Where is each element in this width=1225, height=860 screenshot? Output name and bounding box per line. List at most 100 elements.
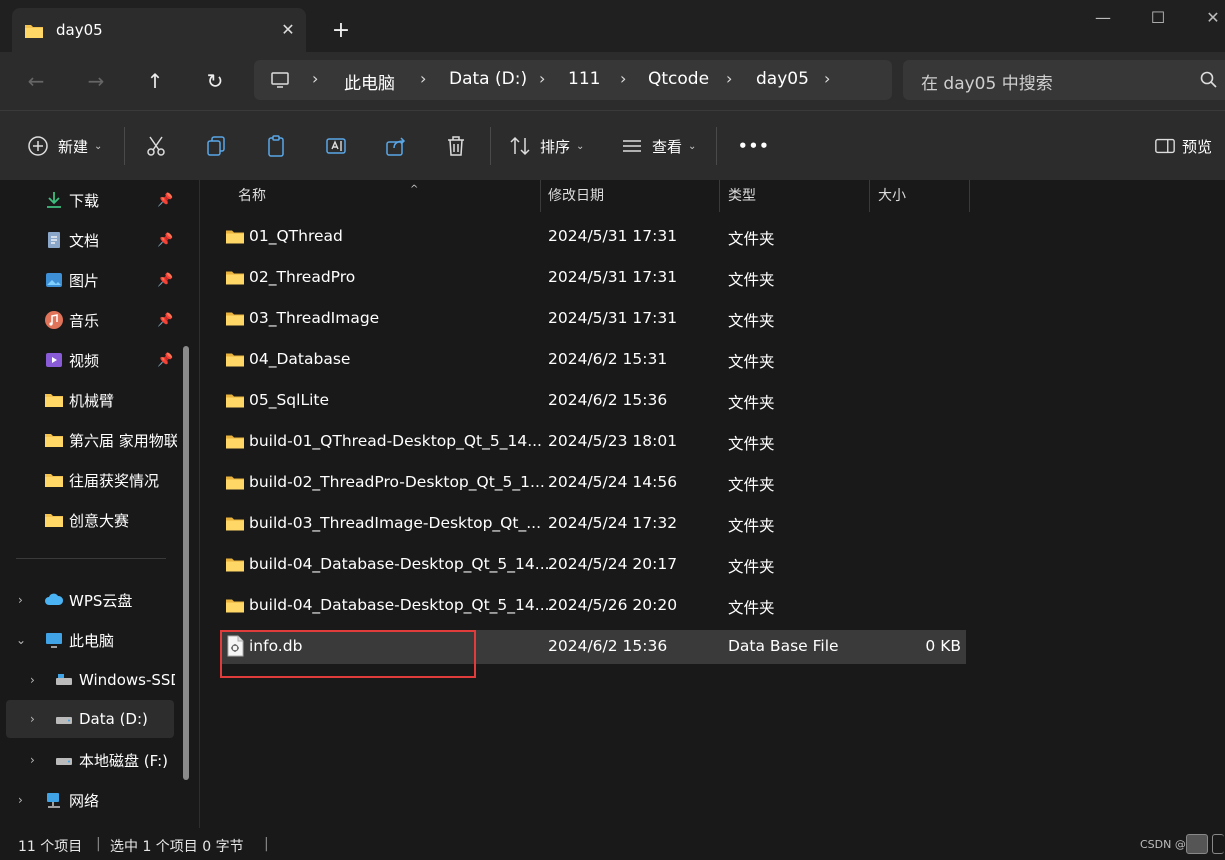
- share-button[interactable]: [384, 131, 408, 161]
- minimize-button[interactable]: —: [1080, 0, 1126, 36]
- sidebar-divider: [16, 558, 166, 559]
- sort-button[interactable]: 排序 ⌄: [508, 131, 584, 161]
- watermark: CSDN @: [1140, 838, 1186, 851]
- column-header-type[interactable]: 类型: [720, 180, 870, 212]
- search-input[interactable]: 在 day05 中搜索: [921, 69, 1053, 94]
- sidebar-item-documents[interactable]: 文档 📌: [0, 222, 180, 258]
- breadcrumb-111[interactable]: 111: [568, 69, 600, 89]
- folder-row[interactable]: build-02_ThreadPro-Desktop_Qt_5_1... 2024…: [220, 466, 966, 500]
- folder-row[interactable]: build-04_Database-Desktop_Qt_5_14... 2024…: [220, 589, 966, 623]
- breadcrumb-chevron-icon[interactable]: ›: [312, 69, 318, 88]
- folder-row[interactable]: build-03_ThreadImage-Desktop_Qt_... 2024/…: [220, 507, 966, 541]
- breadcrumb-chevron-icon[interactable]: ›: [420, 69, 426, 88]
- column-header-name[interactable]: 名称 ^: [230, 180, 540, 212]
- rename-button[interactable]: [324, 131, 348, 161]
- copy-button[interactable]: [204, 131, 228, 161]
- navigation-pane: 下载 📌 文档 📌 图片 📌 音乐 📌 视频 📌 机械臂 第六届 家用物联 往届…: [0, 180, 200, 828]
- address-bar[interactable]: › 此电脑 › Data (D:) › 111 › Qtcode › day05…: [254, 60, 892, 100]
- refresh-button[interactable]: ↻: [197, 64, 233, 98]
- pin-icon[interactable]: 📌: [157, 313, 173, 328]
- pin-icon[interactable]: 📌: [157, 193, 173, 208]
- up-button[interactable]: ↑: [137, 64, 173, 98]
- close-tab-icon[interactable]: ✕: [274, 16, 302, 44]
- sidebar-item-this-pc[interactable]: ⌄ 此电脑: [0, 622, 180, 658]
- file-type: 文件夹: [728, 394, 775, 412]
- breadcrumb-chevron-icon[interactable]: ›: [539, 69, 545, 88]
- folder-row[interactable]: build-01_QThread-Desktop_Qt_5_14... 2024/…: [220, 425, 966, 459]
- chevron-right-icon[interactable]: ›: [30, 673, 35, 687]
- folder-icon: [226, 271, 244, 285]
- sidebar-item-folder[interactable]: 第六届 家用物联: [0, 422, 180, 458]
- view-button[interactable]: 查看 ⌄: [620, 131, 696, 161]
- new-tab-button[interactable]: +: [326, 16, 356, 46]
- more-options-button[interactable]: •••: [738, 131, 770, 161]
- sidebar-item-wps-cloud[interactable]: › WPS云盘: [0, 582, 180, 618]
- chevron-right-icon[interactable]: ›: [30, 753, 35, 767]
- sidebar-item-local-disk-f[interactable]: › 本地磁盘 (F:): [0, 742, 180, 778]
- chevron-down-icon[interactable]: ⌄: [16, 633, 26, 647]
- pin-icon[interactable]: 📌: [157, 273, 173, 288]
- folder-icon: [45, 394, 63, 407]
- sidebar-item-videos[interactable]: 视频 📌: [0, 342, 180, 378]
- chevron-right-icon[interactable]: ›: [18, 793, 23, 807]
- maximize-button[interactable]: ☐: [1135, 0, 1181, 36]
- sidebar-label: 往届获奖情况: [69, 471, 160, 490]
- details-view-button[interactable]: [1186, 834, 1208, 854]
- chevron-right-icon[interactable]: ›: [30, 712, 35, 726]
- file-name: 04_Database: [249, 350, 351, 368]
- search-box[interactable]: 在 day05 中搜索: [903, 60, 1225, 100]
- title-bar: day05 ✕ + — ☐ ✕: [0, 0, 1225, 52]
- pin-icon[interactable]: 📌: [157, 353, 173, 368]
- sidebar-item-network[interactable]: › 网络: [0, 782, 180, 818]
- file-type: 文件夹: [728, 435, 775, 453]
- new-button[interactable]: 新建 ⌄: [26, 131, 102, 161]
- close-window-button[interactable]: ✕: [1190, 0, 1225, 36]
- breadcrumb-qtcode[interactable]: Qtcode: [648, 69, 709, 89]
- folder-row[interactable]: 02_ThreadPro 2024/5/31 17:31 文件夹: [220, 261, 966, 295]
- file-size: 0 KB: [925, 637, 961, 655]
- folder-row[interactable]: 01_QThread 2024/5/31 17:31 文件夹: [220, 220, 966, 254]
- sidebar-item-windows-ssd[interactable]: › Windows-SSD: [0, 662, 180, 698]
- sort-ascending-icon: ^: [410, 184, 419, 195]
- preview-button[interactable]: 预览: [1154, 131, 1212, 161]
- breadcrumb-chevron-icon[interactable]: ›: [620, 69, 626, 88]
- sidebar-item-downloads[interactable]: 下载 📌: [0, 182, 180, 218]
- file-type: 文件夹: [728, 476, 775, 494]
- folder-row[interactable]: 03_ThreadImage 2024/5/31 17:31 文件夹: [220, 302, 966, 336]
- back-button[interactable]: ←: [18, 64, 54, 98]
- folder-icon: [226, 230, 244, 244]
- view-label: 查看: [652, 137, 683, 156]
- folder-icon: [45, 434, 63, 447]
- sidebar-scrollbar[interactable]: [183, 346, 189, 780]
- chevron-right-icon[interactable]: ›: [18, 593, 23, 607]
- folder-row[interactable]: build-04_Database-Desktop_Qt_5_14... 2024…: [220, 548, 966, 582]
- tab-day05[interactable]: day05 ✕: [12, 8, 306, 52]
- sidebar-item-music[interactable]: 音乐 📌: [0, 302, 180, 338]
- sidebar-item-data-d[interactable]: › Data (D:): [6, 700, 174, 738]
- delete-button[interactable]: [444, 131, 468, 161]
- sidebar-item-folder[interactable]: 机械臂: [0, 382, 180, 418]
- folder-icon: [45, 474, 63, 487]
- folder-row[interactable]: 04_Database 2024/6/2 15:31 文件夹: [220, 343, 966, 377]
- sidebar-item-pictures[interactable]: 图片 📌: [0, 262, 180, 298]
- breadcrumb-this-pc[interactable]: 此电脑: [344, 69, 395, 94]
- sidebar-item-folder[interactable]: 创意大赛: [0, 502, 180, 538]
- computer-icon: [271, 72, 289, 88]
- cut-button[interactable]: [144, 131, 168, 161]
- file-modified: 2024/5/31 17:31: [548, 309, 678, 327]
- breadcrumb-day05[interactable]: day05: [756, 69, 809, 89]
- sidebar-item-folder[interactable]: 往届获奖情况: [0, 462, 180, 498]
- column-header-size[interactable]: 大小: [870, 180, 970, 212]
- column-header-modified[interactable]: 修改日期: [540, 180, 720, 212]
- pin-icon[interactable]: 📌: [157, 233, 173, 248]
- breadcrumb-chevron-icon[interactable]: ›: [824, 69, 830, 88]
- folder-row[interactable]: 05_SqlLite 2024/6/2 15:36 文件夹: [220, 384, 966, 418]
- share-icon: [386, 137, 406, 156]
- forward-button[interactable]: →: [78, 64, 114, 98]
- file-type: Data Base File: [728, 637, 839, 655]
- breadcrumb-data-d[interactable]: Data (D:): [449, 69, 527, 89]
- breadcrumb-chevron-icon[interactable]: ›: [726, 69, 732, 88]
- paste-button[interactable]: [264, 131, 288, 161]
- tiles-view-button[interactable]: [1212, 834, 1224, 854]
- copy-icon: [207, 136, 225, 156]
